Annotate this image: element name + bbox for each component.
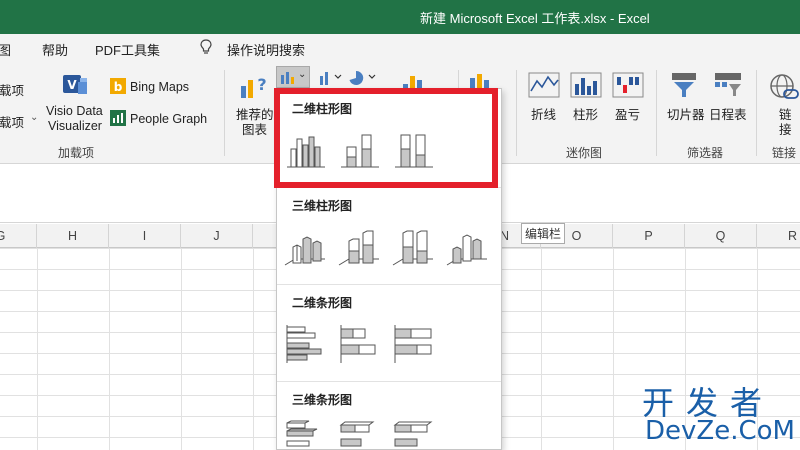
column-header-h[interactable]: H	[37, 224, 109, 248]
watermark-line2: DevZe.CoM	[645, 416, 795, 446]
3d-stacked-column-icon[interactable]	[337, 225, 381, 269]
slicer-button[interactable]: 切片器	[667, 104, 705, 123]
my-addins-dropdown-icon[interactable]: ⌄	[30, 112, 38, 123]
line-chart-dropdown-icon[interactable]	[318, 70, 344, 86]
people-graph-icon[interactable]	[110, 110, 126, 126]
my-addins-label[interactable]: 载项	[0, 112, 24, 131]
tab-help[interactable]: 帮助	[42, 40, 68, 59]
3d-clustered-bar-icon[interactable]	[283, 415, 327, 450]
slicer-icon[interactable]	[668, 70, 700, 100]
svg-text:b: b	[114, 80, 123, 94]
tell-me-search[interactable]: 操作说明搜索	[227, 40, 305, 59]
group-separator	[656, 70, 657, 156]
sparklines-group-label: 迷你图	[566, 146, 603, 160]
timeline-icon[interactable]	[712, 70, 744, 100]
link-icon[interactable]	[766, 72, 800, 102]
section-divider	[277, 381, 501, 382]
column-header-p[interactable]: P	[613, 224, 685, 248]
3d-100-stacked-column-icon[interactable]	[391, 225, 435, 269]
column-header-r[interactable]: R	[757, 224, 800, 248]
3d-column-icon[interactable]	[445, 225, 489, 269]
section-title-2d-bar: 二维条形图	[292, 296, 353, 310]
3d-100-stacked-bar-icon[interactable]	[391, 415, 435, 450]
people-graph-button[interactable]: People Graph	[130, 112, 207, 126]
timeline-button[interactable]: 日程表	[709, 104, 747, 123]
sparkline-line-icon[interactable]	[528, 72, 560, 98]
svg-text:?: ?	[257, 75, 266, 94]
section-title-3d-bar: 三维条形图	[292, 393, 353, 407]
pie-chart-dropdown-icon[interactable]	[348, 70, 378, 86]
highlight-box	[274, 88, 498, 188]
column-header-g[interactable]: G	[0, 224, 37, 248]
column-header-i[interactable]: I	[109, 224, 181, 248]
recommended-charts-icon[interactable]: ?	[238, 72, 270, 102]
chevron-down-icon: ⌄	[298, 69, 307, 80]
stacked-bar-icon[interactable]	[337, 321, 381, 365]
sparkline-column-button[interactable]: 柱形	[573, 104, 598, 123]
bing-maps-button[interactable]: Bing Maps	[130, 80, 189, 94]
3d-clustered-column-icon[interactable]	[283, 225, 327, 269]
sparkline-line-button[interactable]: 折线	[531, 104, 556, 123]
sparkline-winloss-button[interactable]: 盈亏	[615, 104, 640, 123]
menu-bar: 图 帮助 PDF工具集 操作说明搜索	[0, 34, 800, 62]
insert-column-chart-button[interactable]: ⌄	[276, 66, 310, 88]
formula-bar-tooltip: 编辑栏	[521, 223, 566, 244]
3d-stacked-bar-icon[interactable]	[337, 415, 381, 450]
lightbulb-icon	[200, 39, 212, 54]
section-title-3d-column: 三维柱形图	[292, 199, 353, 213]
visio-label-line1[interactable]: Visio Data	[46, 104, 103, 118]
title-bar: 新建 Microsoft Excel 工作表.xlsx - Excel	[0, 0, 800, 34]
links-group-label: 链接	[772, 146, 797, 160]
get-addins-label[interactable]: 载项	[0, 80, 24, 99]
group-separator	[756, 70, 757, 156]
sparkline-column-icon[interactable]	[570, 72, 602, 98]
column-header-j[interactable]: J	[181, 224, 253, 248]
tab-pdf-tools[interactable]: PDF工具集	[95, 40, 160, 59]
clustered-bar-icon[interactable]	[283, 321, 327, 365]
bing-maps-icon[interactable]: b	[110, 78, 126, 94]
100-stacked-bar-icon[interactable]	[391, 321, 435, 365]
addins-group-label: 加载项	[58, 146, 95, 160]
svg-text:V: V	[67, 78, 77, 92]
column-chart-icon	[281, 72, 294, 84]
group-separator	[516, 70, 517, 156]
column-header-q[interactable]: Q	[685, 224, 757, 248]
window-title: 新建 Microsoft Excel 工作表.xlsx - Excel	[420, 11, 650, 26]
group-separator	[224, 70, 225, 156]
section-divider	[277, 284, 501, 285]
recommended-charts-line2[interactable]: 图表	[242, 119, 267, 138]
filters-group-label: 筛选器	[687, 146, 724, 160]
tab-view[interactable]: 图	[0, 40, 11, 59]
sparkline-winloss-icon[interactable]	[612, 72, 644, 98]
visio-icon[interactable]: V	[60, 70, 90, 100]
visio-label-line2[interactable]: Visualizer	[48, 119, 102, 133]
link-label-line2[interactable]: 接	[779, 119, 792, 138]
